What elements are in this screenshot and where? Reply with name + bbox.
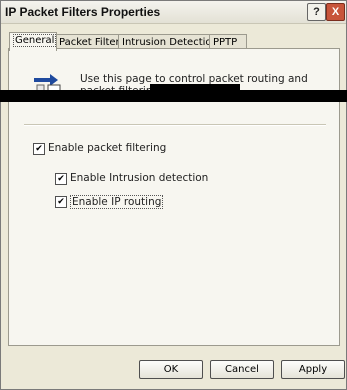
enable-ip-routing-checkbox[interactable]: ✔ (55, 196, 67, 208)
close-button[interactable]: X (326, 3, 345, 21)
redaction-bar (0, 90, 347, 102)
tab-general[interactable]: General (9, 32, 57, 51)
cancel-button[interactable]: Cancel (210, 360, 274, 379)
enable-packet-filtering-checkbox[interactable]: ✔ (33, 143, 45, 155)
dialog-title: IP Packet Filters Properties (5, 5, 161, 19)
ok-button[interactable]: OK (139, 360, 203, 379)
apply-button[interactable]: Apply (281, 360, 345, 379)
help-button[interactable]: ? (307, 3, 326, 21)
title-bar[interactable]: IP Packet Filters Properties ? X (1, 1, 346, 24)
tab-general-label: General (13, 34, 57, 47)
enable-packet-filtering-label[interactable]: Enable packet filtering (48, 142, 166, 154)
enable-intrusion-detection-checkbox[interactable]: ✔ (55, 173, 67, 185)
enable-ip-routing-label[interactable]: Enable IP routing (70, 195, 164, 209)
enable-intrusion-detection-label[interactable]: Enable Intrusion detection (70, 172, 208, 184)
divider (24, 124, 326, 126)
